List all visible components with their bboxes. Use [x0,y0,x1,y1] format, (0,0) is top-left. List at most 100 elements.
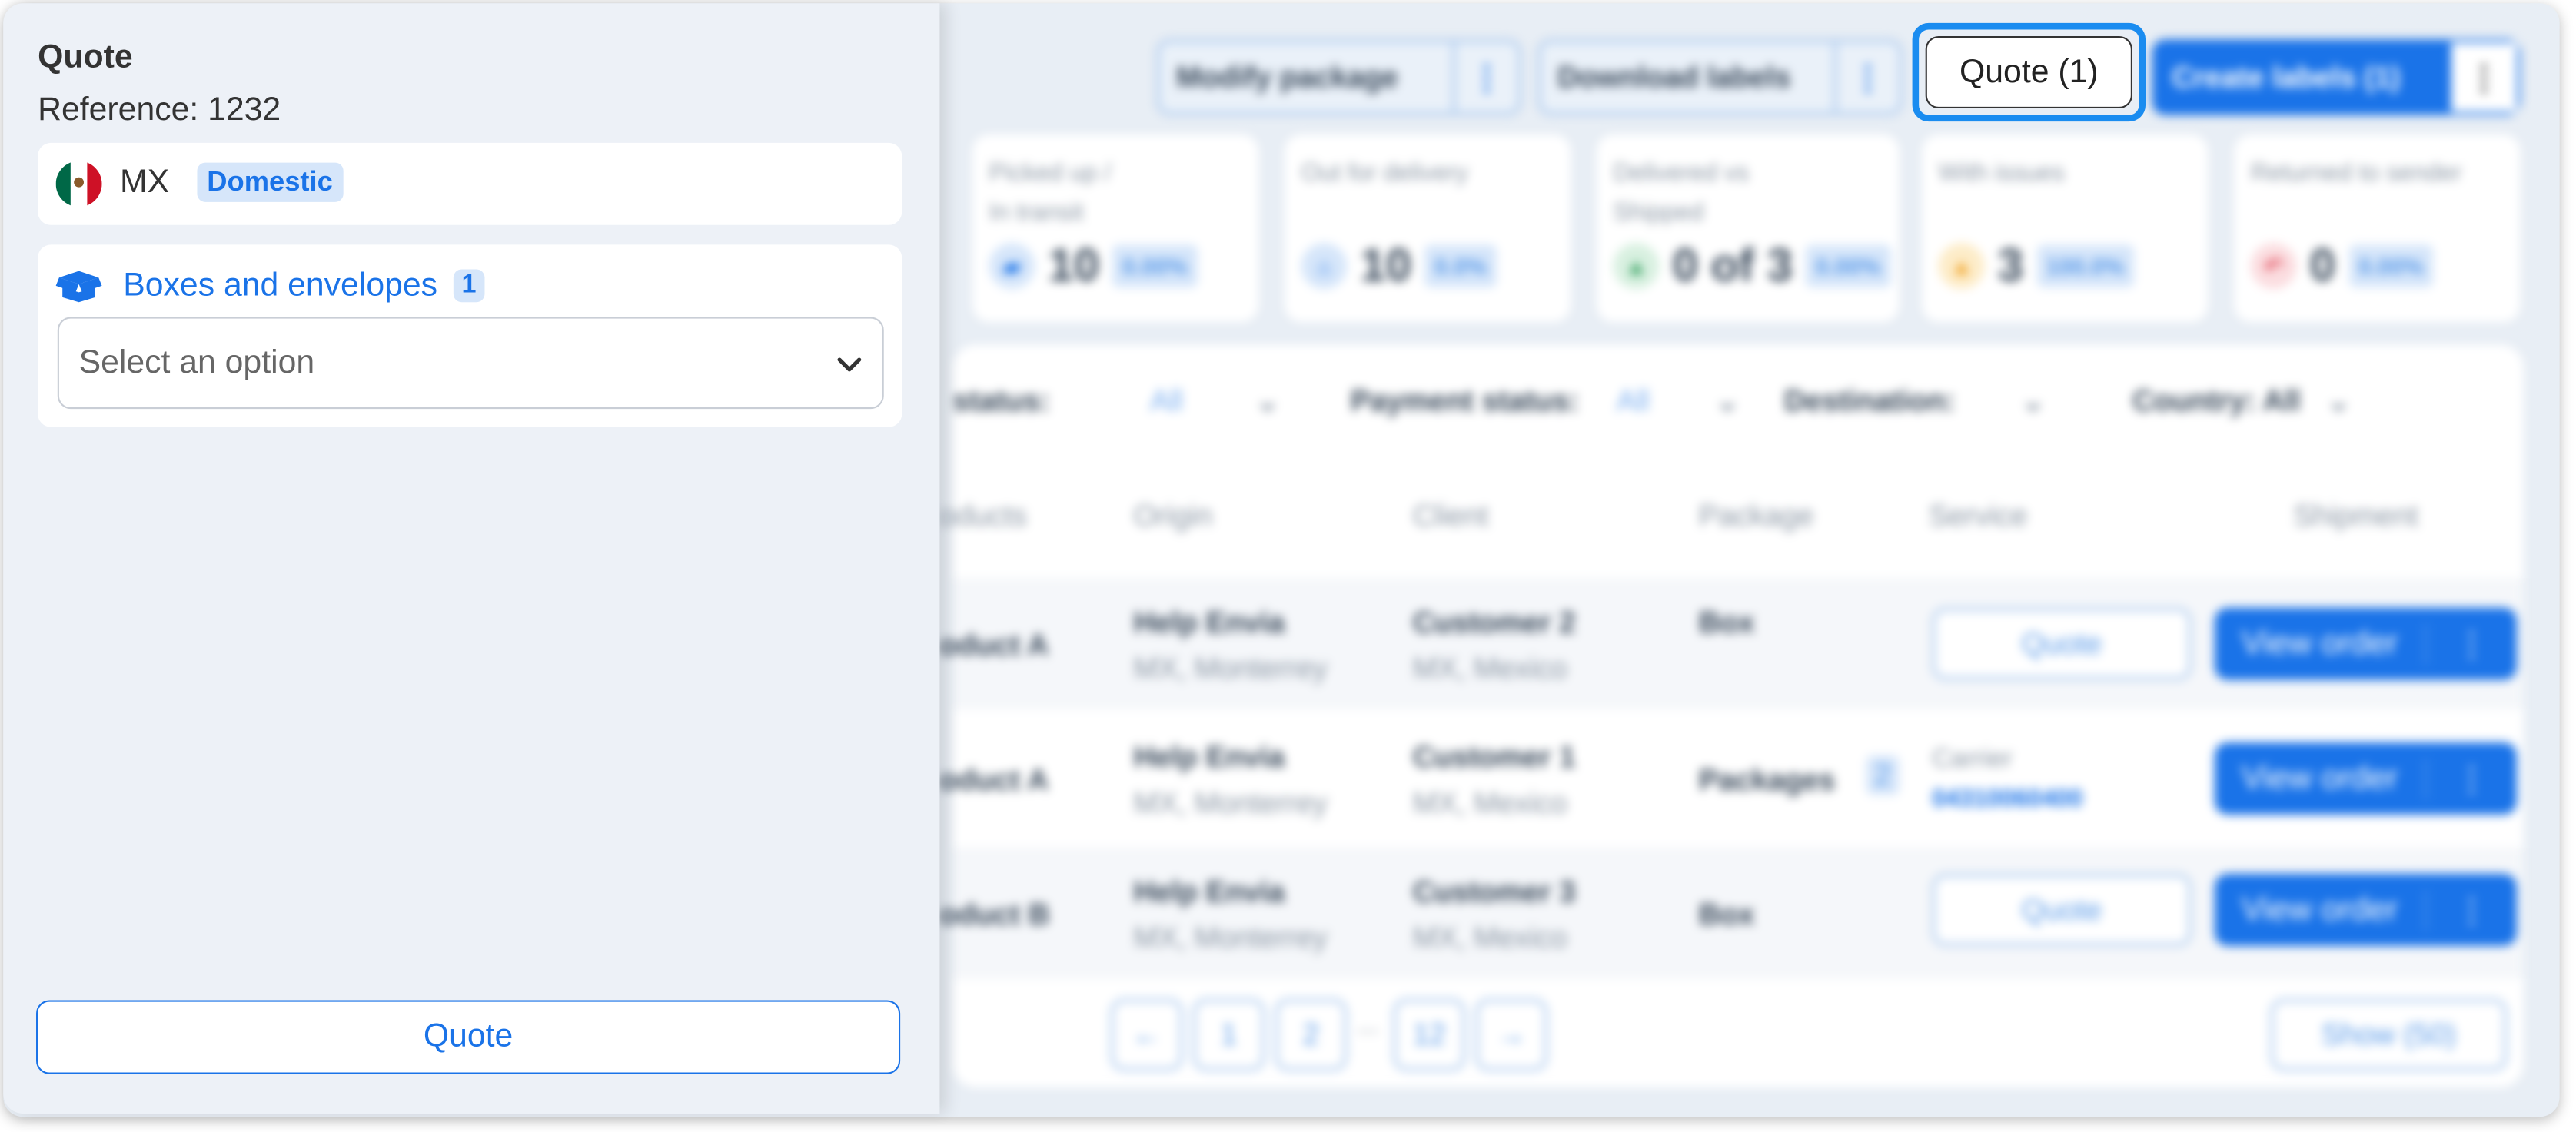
stat-value: 10 [1048,240,1100,291]
page-1-button[interactable]: 1 [1192,998,1265,1071]
select-placeholder: Select an option [78,344,315,380]
more-vertical-icon[interactable]: ⋮ [2425,758,2517,799]
client-location: MX, Mexico [1412,786,1567,820]
product-cell: oduct A [939,763,1049,797]
panel-title: Quote [38,39,133,76]
table-row[interactable]: oduct A Help Envia MX, Monterrey Custome… [939,713,2524,845]
quote-toolbar-button[interactable]: Quote (1) [1925,36,2132,109]
package-cell: Packages [1698,763,1836,797]
download-labels-label: Download labels [1557,60,1791,93]
stat-title: Picked up / [989,159,1112,188]
stat-percent: 0.00% [2348,244,2434,287]
tracking-link[interactable]: 04310060400 [1932,775,2082,825]
stat-percent: 0.0% [1424,244,1497,287]
status-filter-label: status: [952,384,1050,417]
column-header-origin: Origin [1133,499,1213,533]
stat-card-with-issues: With issues ▲ 3 100.0% [1922,134,2209,322]
more-vertical-icon[interactable]: ⋮ [2425,889,2517,931]
truck-icon: ▰ [989,243,1035,290]
boxes-count-badge: 1 [453,269,485,303]
origin-name: Help Envia [1133,606,1285,639]
status-filter-value[interactable]: All [1150,384,1183,419]
product-cell: oduct B [939,898,1050,931]
quote-side-panel: Quote Reference: 1232 MX Domestic Boxes … [3,3,940,1114]
country-code: MX [120,164,170,201]
quote-row-button[interactable]: Quote [1932,873,2192,946]
orders-panel [952,344,2524,1087]
prev-page-button[interactable]: ← [1110,998,1183,1071]
stat-title: Out for delivery [1301,159,1468,188]
stat-value: 0 of 3 [1672,240,1793,291]
chevron-down-icon[interactable]: ⌄ [1255,384,1280,419]
more-vertical-icon[interactable]: ⋮ [2451,42,2518,112]
stat-title: Shipped [1613,198,1704,227]
chevron-down-icon[interactable]: ⌄ [2326,384,2351,419]
more-vertical-icon[interactable]: ⋮ [2425,623,2517,665]
package-cell: Box [1698,898,1755,931]
modify-package-button[interactable]: Modify package ⋮ [1156,39,1521,115]
modify-package-label: Modify package [1176,60,1398,93]
page-2-button[interactable]: 2 [1275,998,1348,1071]
next-page-button[interactable]: → [1475,998,1548,1071]
stat-card-delivered: Delivered vs Shipped ▲ 0 of 3 0.00% [1597,134,1900,322]
reference-text: Reference: 1232 [38,91,281,128]
origin-name: Help Envia [1133,740,1285,774]
filter-bar: status: All ⌄ Payment status: All ⌄ Dest… [953,384,2524,433]
stat-title: In transit [989,198,1084,227]
quote-row-button[interactable]: Quote [1932,607,2192,680]
page-12-button[interactable]: 12 [1393,998,1466,1071]
more-vertical-icon[interactable]: ⋮ [1452,42,1517,112]
chevron-down-icon[interactable]: ⌄ [1715,384,1740,419]
payment-filter-value[interactable]: All [1617,384,1650,419]
page-size-select[interactable]: Show (50) [2270,998,2508,1071]
warning-icon: ▲ [1938,243,1985,290]
client-location: MX, Mexico [1412,652,1567,686]
view-order-button[interactable]: View order ⋮ [2214,742,2518,815]
stat-percent: 0.00% [1112,244,1198,287]
chevron-down-icon[interactable]: ⌄ [2021,384,2046,419]
package-count-badge: 2 [1866,755,1900,795]
carrier-name: Carrier [1932,745,2013,774]
stat-value: 3 [1997,240,2024,291]
view-order-label: View order [2241,625,2398,662]
mexico-flag-icon [55,161,102,207]
country-filter-label[interactable]: Country: All [2132,384,2301,419]
origin-location: MX, Monterrey [1133,652,1328,686]
open-box-icon [55,267,104,304]
view-order-label: View order [2241,759,2398,796]
view-order-button[interactable]: View order ⋮ [2214,607,2518,680]
package-cell: Box [1698,606,1755,639]
column-header-client: Client [1412,499,1489,533]
package-select[interactable]: Select an option [57,317,884,410]
stat-title: Returned to sender [2250,159,2462,188]
table-row[interactable]: oduct A Help Envia MX, Monterrey Custome… [939,578,2524,710]
chevron-down-icon [836,344,863,382]
column-header-package: Package [1698,499,1814,533]
view-order-label: View order [2241,891,2398,928]
stat-title: With issues [1938,159,2065,188]
boxes-card: Boxes and envelopes 1 Select an option [38,244,902,427]
destination-card: MX Domestic [38,142,902,225]
quote-submit-button[interactable]: Quote [36,1000,901,1074]
boxes-and-envelopes-link[interactable]: Boxes and envelopes [123,267,437,305]
view-order-button[interactable]: View order ⋮ [2214,873,2518,946]
stat-card-out-for-delivery: Out for delivery ⌂ 10 0.0% [1285,134,1571,322]
table-row[interactable]: oduct B Help Envia MX, Monterrey Custome… [939,847,2524,979]
destination-filter-label[interactable]: Destination: [1784,384,1955,419]
column-header-shipment: Shipment [2293,499,2418,533]
download-labels-button[interactable]: Download labels ⋮ [1537,39,1903,115]
pagination-ellipsis: ... [1357,1011,1379,1040]
client-name: Customer 1 [1412,740,1576,774]
stat-percent: 100.0% [2036,244,2135,287]
create-labels-button[interactable]: Create labels (1) ⋮ [2152,39,2521,115]
quote-highlight-ring: Quote (1) [1912,22,2146,122]
client-name: Customer 2 [1412,606,1576,639]
more-vertical-icon[interactable]: ⋮ [1833,42,1899,112]
stat-title: Delivered vs [1613,159,1750,188]
client-name: Customer 3 [1412,875,1576,908]
domestic-badge: Domestic [197,162,343,202]
client-location: MX, Mexico [1412,921,1567,954]
origin-name: Help Envia [1133,875,1285,908]
origin-location: MX, Monterrey [1133,921,1328,954]
column-header-service: Service [1928,499,2028,533]
